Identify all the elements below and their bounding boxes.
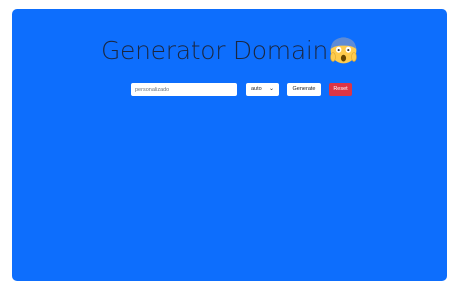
face-screaming-in-fear-icon bbox=[330, 37, 357, 64]
custom-name-input[interactable] bbox=[131, 83, 237, 96]
extension-select-value: auto bbox=[251, 86, 262, 92]
generate-button[interactable]: Generate bbox=[287, 83, 321, 96]
reset-button[interactable]: Reset bbox=[329, 83, 352, 96]
main-panel: Generator Domain auto ⌄ Generate Reset bbox=[12, 9, 447, 281]
page-title: Generator Domain bbox=[12, 36, 447, 65]
extension-select[interactable]: auto ⌄ bbox=[246, 83, 279, 96]
page-title-text: Generator Domain bbox=[100, 36, 329, 65]
chevron-down-icon: ⌄ bbox=[268, 86, 274, 92]
